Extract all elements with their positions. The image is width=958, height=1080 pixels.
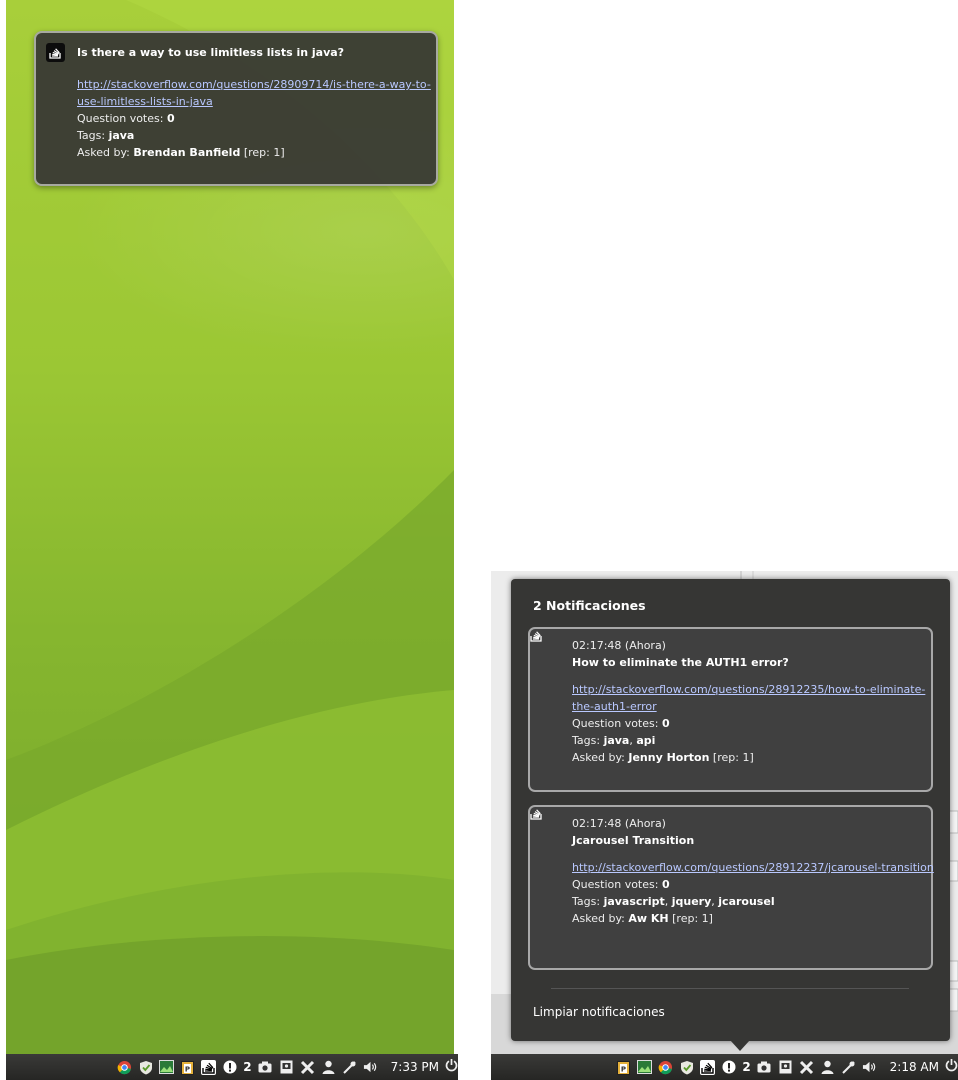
- svg-text:P: P: [185, 1065, 190, 1073]
- desktop-wallpaper: Is there a way to use limitless lists in…: [6, 0, 454, 1054]
- camera-icon[interactable]: [258, 1060, 273, 1075]
- svg-text:P: P: [621, 1065, 626, 1073]
- divider: [551, 988, 909, 989]
- camera-icon[interactable]: [757, 1060, 772, 1075]
- volume-icon[interactable]: [363, 1060, 378, 1075]
- volume-icon[interactable]: [862, 1060, 877, 1075]
- clipboard-icon[interactable]: P: [616, 1060, 631, 1075]
- question-link[interactable]: http://stackoverflow.com/questions/28909…: [77, 76, 431, 93]
- chrome-icon[interactable]: [117, 1060, 132, 1075]
- alert-icon[interactable]: [222, 1060, 237, 1075]
- question-link-cont[interactable]: use-limitless-lists-in-java: [77, 93, 213, 110]
- image-viewer-icon[interactable]: [637, 1060, 653, 1075]
- network-icon[interactable]: [342, 1060, 357, 1075]
- shield-icon[interactable]: [138, 1060, 153, 1075]
- notifications-panel: 2 Notificaciones 02:17:48 (Ahora) How to…: [511, 579, 950, 1041]
- clock[interactable]: 7:33 PM: [391, 1060, 439, 1074]
- question-votes: Question votes: 0: [572, 717, 670, 730]
- notification-count[interactable]: 2: [243, 1060, 251, 1074]
- network-icon[interactable]: [841, 1060, 856, 1075]
- power-icon[interactable]: [445, 1058, 458, 1076]
- user-icon[interactable]: [321, 1060, 336, 1075]
- screenshot-icon[interactable]: [778, 1060, 793, 1075]
- user-icon[interactable]: [820, 1060, 835, 1075]
- notification-title: How to eliminate the AUTH1 error?: [572, 656, 789, 669]
- taskbar-right: P 2 2:18 AM: [491, 1054, 958, 1080]
- question-author: Asked by: Jenny Horton [rep: 1]: [572, 751, 754, 764]
- image-viewer-icon[interactable]: [159, 1060, 175, 1075]
- notification-count[interactable]: 2: [742, 1060, 750, 1074]
- question-link[interactable]: http://stackoverflow.com/questions/28912…: [572, 681, 925, 698]
- clear-notifications-button[interactable]: Limpiar notificaciones: [533, 1005, 665, 1019]
- clock[interactable]: 2:18 AM: [890, 1060, 939, 1074]
- screenshot-icon[interactable]: [279, 1060, 294, 1075]
- question-tags: Tags: javascript, jquery, jcarousel: [572, 895, 775, 908]
- notifications-header: 2 Notificaciones: [533, 598, 646, 613]
- popup-pointer: [730, 1040, 750, 1051]
- x-icon[interactable]: [799, 1060, 814, 1075]
- chrome-icon[interactable]: [658, 1060, 673, 1075]
- stackoverflow-icon: [46, 43, 65, 62]
- notification-title: Jcarousel Transition: [572, 834, 695, 847]
- question-author: Asked by: Aw KH [rep: 1]: [572, 912, 713, 925]
- notification-time: 02:17:48 (Ahora): [572, 639, 666, 652]
- taskbar-left: P 2 7:33 PM: [6, 1054, 458, 1080]
- question-link-cont[interactable]: the-auth1-error: [572, 698, 657, 715]
- notification-title: Is there a way to use limitless lists in…: [77, 46, 345, 59]
- notification-card[interactable]: 02:17:48 (Ahora) How to eliminate the AU…: [528, 627, 933, 792]
- notification-card[interactable]: 02:17:48 (Ahora) Jcarousel Transition ht…: [528, 805, 934, 970]
- alert-icon[interactable]: [721, 1060, 736, 1075]
- question-author: Asked by: Brendan Banfield [rep: 1]: [77, 146, 285, 159]
- question-tags: Tags: java: [77, 129, 135, 142]
- power-icon[interactable]: [945, 1058, 958, 1076]
- stackoverflow-icon[interactable]: [700, 1059, 716, 1075]
- notification-time: 02:17:48 (Ahora): [572, 817, 666, 830]
- clipboard-icon[interactable]: P: [180, 1060, 195, 1075]
- question-tags: Tags: java, api: [572, 734, 656, 747]
- shield-icon[interactable]: [679, 1060, 694, 1075]
- question-votes: Question votes: 0: [77, 112, 175, 125]
- x-icon[interactable]: [300, 1060, 315, 1075]
- stackoverflow-icon[interactable]: [201, 1059, 217, 1075]
- notification-popup[interactable]: Is there a way to use limitless lists in…: [34, 31, 438, 186]
- question-votes: Question votes: 0: [572, 878, 670, 891]
- question-link[interactable]: http://stackoverflow.com/questions/28912…: [572, 859, 934, 876]
